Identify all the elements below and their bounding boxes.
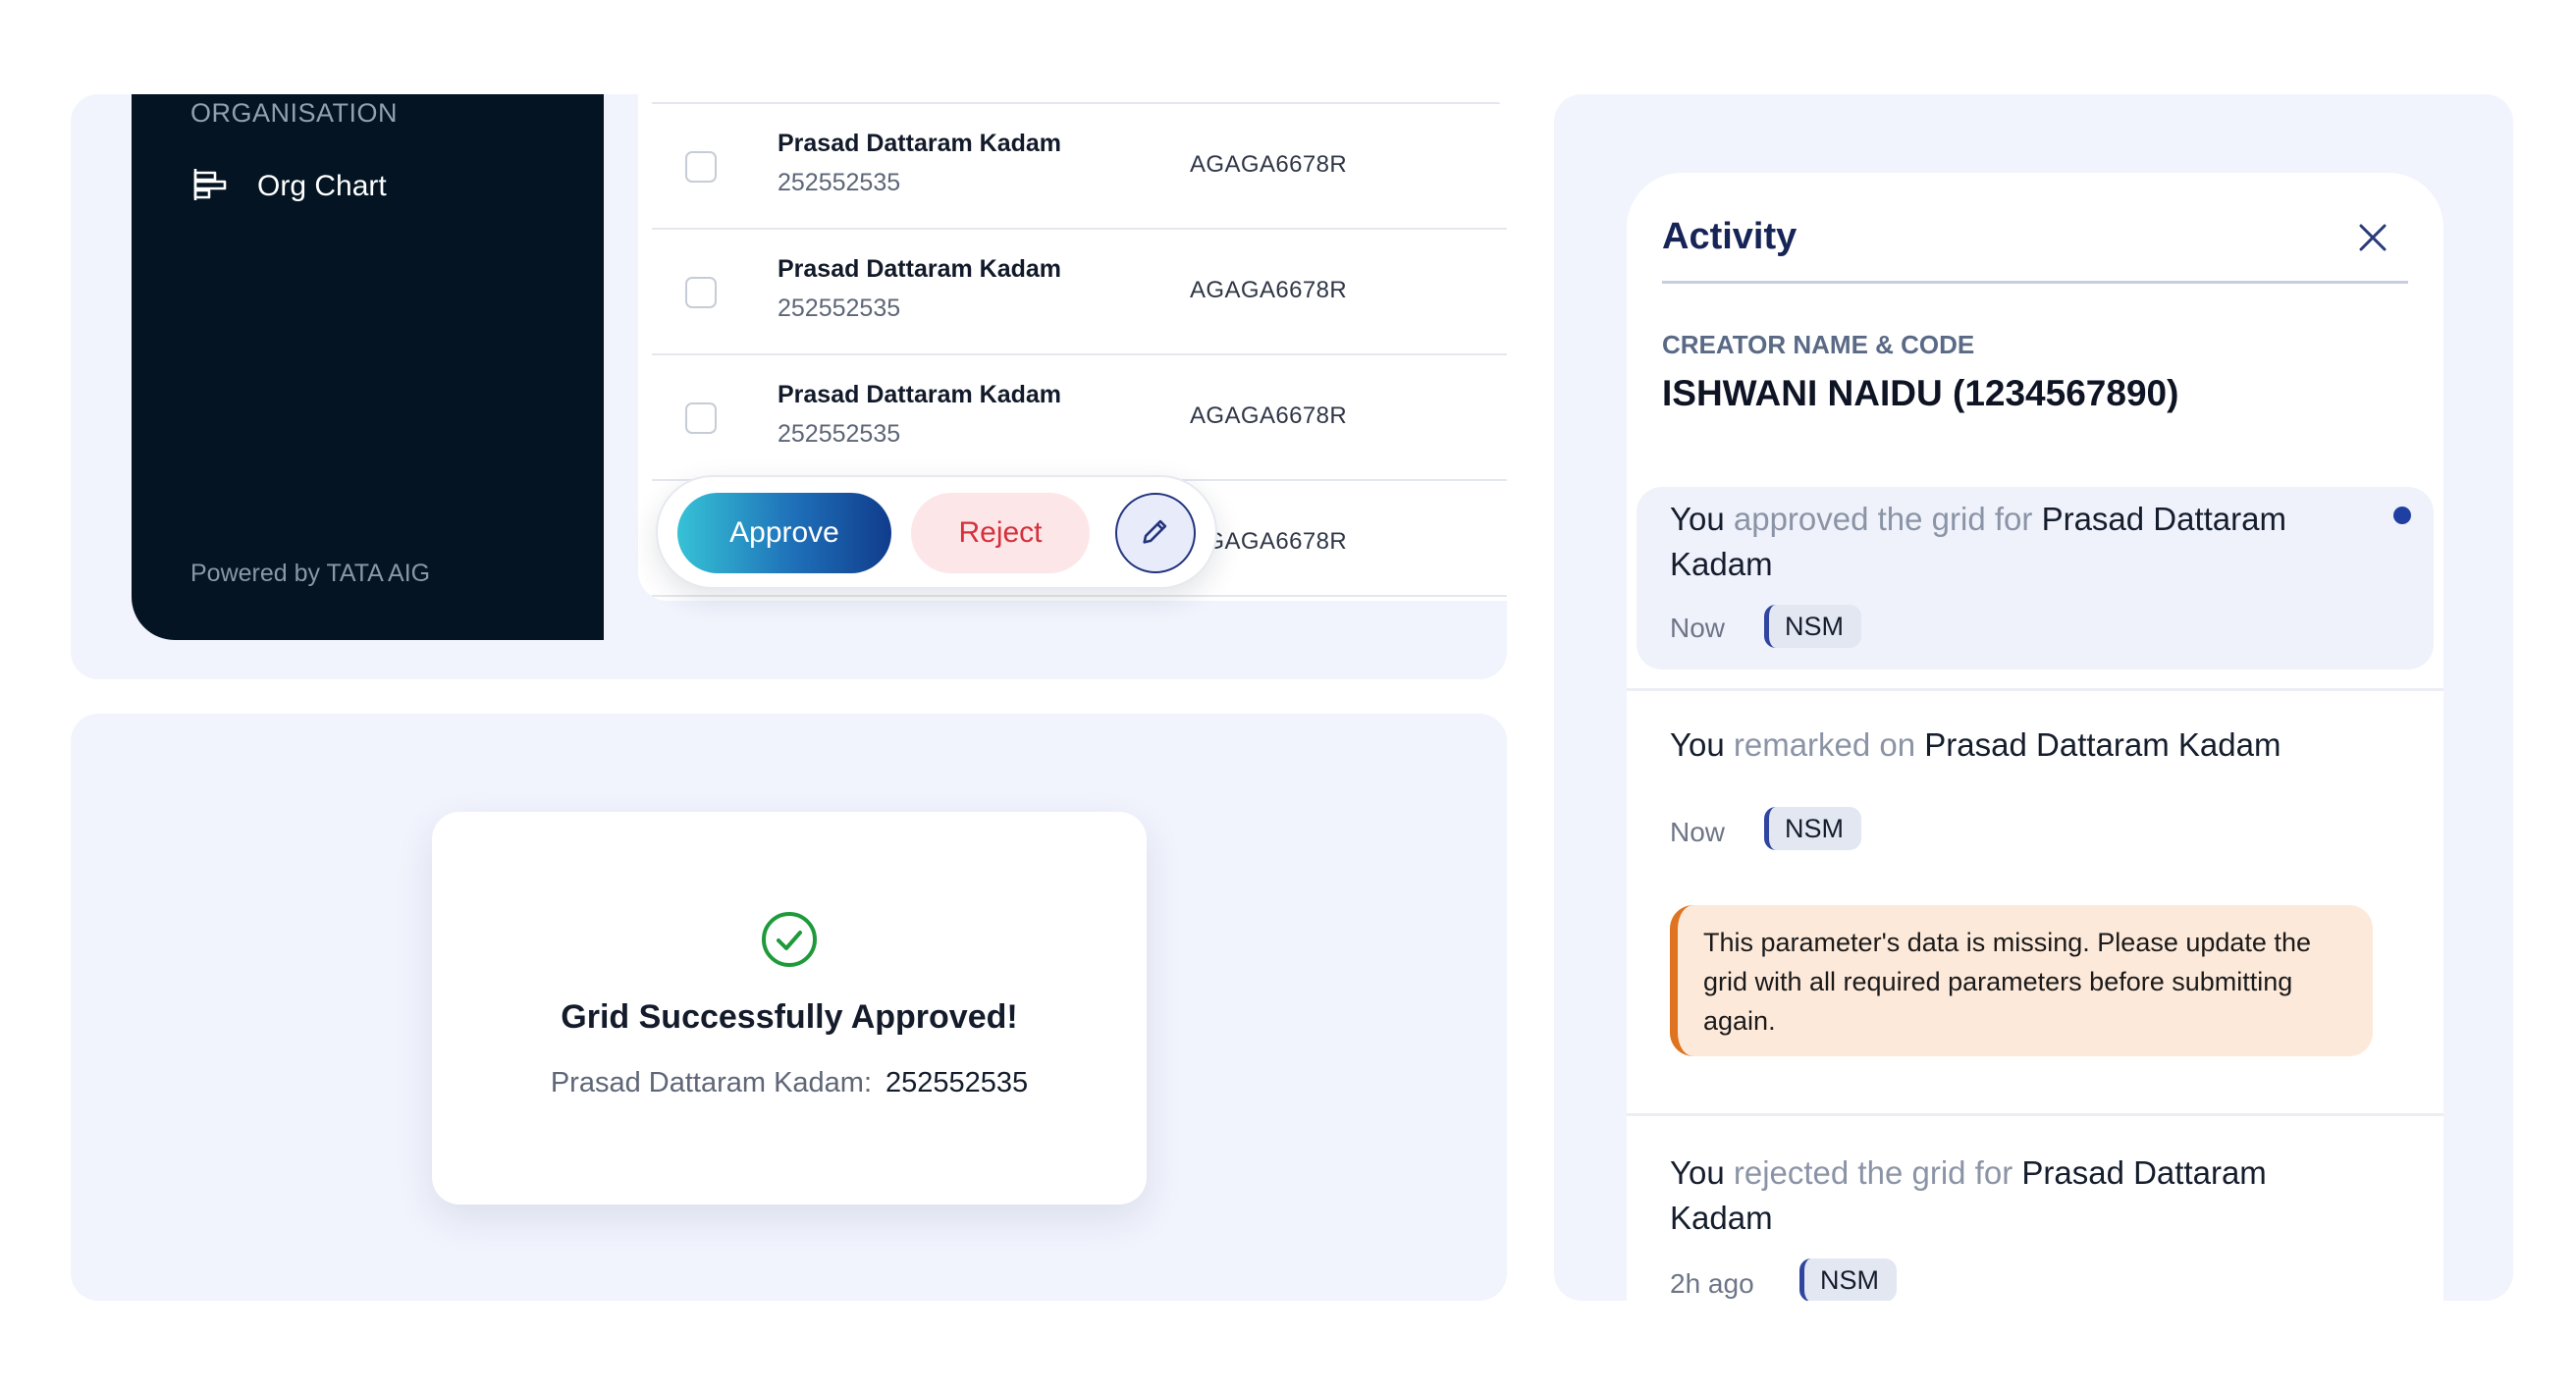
role-tag: NSM	[1799, 1258, 1897, 1301]
sidebar: ORGANISATION Org Chart Powered by TATA A…	[132, 94, 604, 640]
role-tag: NSM	[1764, 807, 1861, 850]
activity-title: Activity	[1662, 216, 1798, 257]
employee-code: 252552535	[778, 169, 901, 196]
bulk-action-bar: Approve Reject	[656, 475, 1217, 589]
employee-code: 252552535	[778, 294, 901, 322]
success-toast: Grid Successfully Approved! Prasad Datta…	[432, 812, 1147, 1205]
employee-name: Prasad Dattaram Kadam	[778, 130, 1062, 157]
header-divider	[1662, 281, 2408, 284]
success-panel: Grid Successfully Approved! Prasad Datta…	[71, 714, 1507, 1301]
table-row[interactable]: Prasad Dattaram Kadam 252552535 AGAGA667…	[652, 102, 1507, 228]
sidebar-section-heading: ORGANISATION	[190, 98, 399, 128]
activity-item[interactable]: You rejected the grid for Prasad Dattara…	[1627, 1123, 2443, 1301]
sidebar-item-org-chart[interactable]: Org Chart	[190, 165, 387, 208]
toast-detail-label: Prasad Dattaram Kadam:	[550, 1067, 873, 1098]
pan-number: AGAGA6678R	[1190, 277, 1348, 303]
role-tag: NSM	[1764, 605, 1861, 648]
row-checkbox[interactable]	[685, 277, 717, 308]
toast-title: Grid Successfully Approved!	[561, 998, 1018, 1036]
edit-button[interactable]	[1115, 493, 1196, 573]
check-circle-icon	[760, 910, 819, 969]
pan-number: AGAGA6678R	[1190, 151, 1348, 178]
close-icon[interactable]	[2353, 218, 2392, 257]
activity-text: You rejected the grid for Prasad Dattara…	[1670, 1154, 2267, 1236]
activity-text: You approved the grid for Prasad Dattara…	[1670, 501, 2286, 582]
activity-time: Now	[1670, 613, 1726, 643]
activity-time: 2h ago	[1670, 1268, 1754, 1299]
remark-note: This parameter's data is missing. Please…	[1670, 905, 2373, 1056]
table-row[interactable]: Prasad Dattaram Kadam 252552535 AGAGA667…	[652, 353, 1507, 479]
employee-name: Prasad Dattaram Kadam	[778, 255, 1062, 283]
activity-divider	[1627, 1113, 2443, 1116]
activity-panel: Activity CREATOR NAME & CODE ISHWANI NAI…	[1554, 94, 2513, 1301]
activity-item[interactable]: You approved the grid for Prasad Dattara…	[1627, 487, 2443, 691]
toast-detail: Prasad Dattaram Kadam: 252552535	[432, 1067, 1147, 1099]
table-row[interactable]: Prasad Dattaram Kadam 252552535 AGAGA667…	[652, 228, 1507, 353]
org-chart-icon	[190, 165, 230, 209]
pencil-icon	[1139, 514, 1172, 553]
powered-by-text: Powered by TATA AIG	[190, 560, 431, 587]
row-checkbox[interactable]	[685, 151, 717, 183]
activity-item[interactable]: You remarked on Prasad Dattaram Kadam No…	[1627, 691, 2443, 1123]
employee-code: 252552535	[778, 420, 901, 448]
creator-label: CREATOR NAME & CODE	[1662, 330, 1975, 359]
row-checkbox[interactable]	[685, 402, 717, 434]
grid-table-panel: ORGANISATION Org Chart Powered by TATA A…	[71, 94, 1507, 679]
activity-text: You remarked on Prasad Dattaram Kadam	[1670, 726, 2281, 763]
reject-button[interactable]: Reject	[911, 493, 1090, 573]
creator-value: ISHWANI NAIDU (1234567890)	[1662, 373, 2179, 413]
unread-dot	[2393, 507, 2411, 524]
activity-drawer: Activity CREATOR NAME & CODE ISHWANI NAI…	[1627, 173, 2443, 1301]
employee-name: Prasad Dattaram Kadam	[778, 381, 1062, 408]
toast-detail-value: 252552535	[886, 1067, 1029, 1098]
approve-button[interactable]: Approve	[677, 493, 891, 573]
sidebar-item-label: Org Chart	[257, 170, 387, 202]
pan-number: AGAGA6678R	[1190, 402, 1348, 429]
activity-time: Now	[1670, 817, 1726, 847]
